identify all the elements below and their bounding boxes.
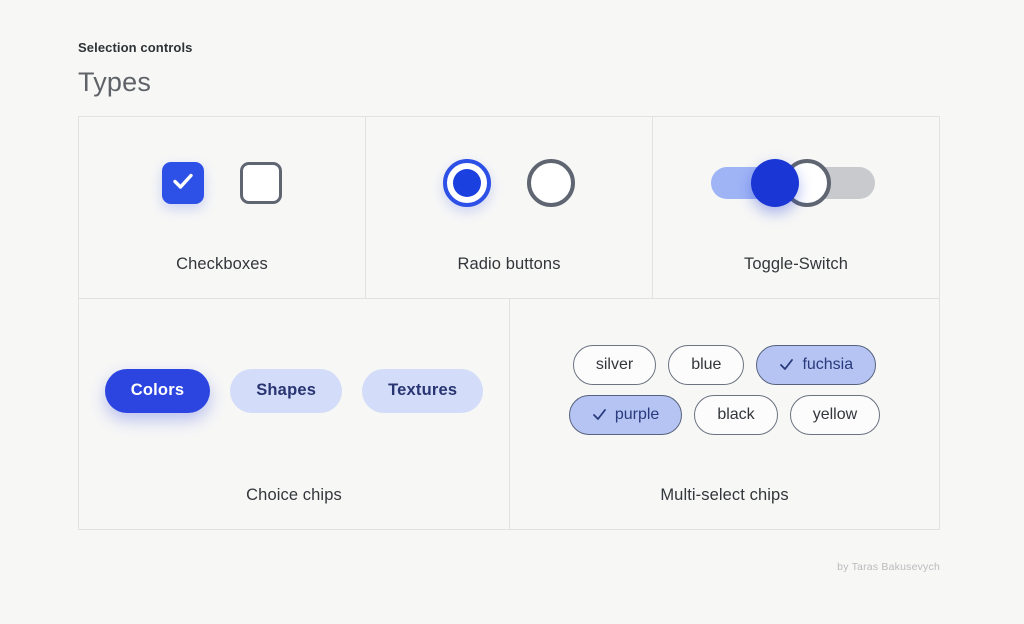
multi-chip-label: silver xyxy=(595,355,634,373)
multi-chip-black[interactable]: black xyxy=(694,394,778,435)
card-toggle-switch: Toggle-Switch xyxy=(653,116,940,298)
choice-chip-label: Colors xyxy=(130,381,185,399)
controls-grid: Checkboxes Radio buttons Toggle-Switch C… xyxy=(78,116,940,530)
choice-chip-label: Textures xyxy=(388,381,458,399)
checkbox-checked[interactable] xyxy=(162,162,204,204)
card-label-multi-select-chips: Multi-select chips xyxy=(660,486,789,504)
multi-chip-row: silver blue fuchsia xyxy=(572,344,877,385)
toggle-knob-on xyxy=(751,159,799,207)
multi-chip-label: fuchsia xyxy=(802,355,854,373)
multi-chip-purple[interactable]: purple xyxy=(568,394,683,435)
multi-chip-label: purple xyxy=(614,405,660,423)
card-label-radio-buttons: Radio buttons xyxy=(457,255,561,273)
choice-chip-shapes[interactable]: Shapes xyxy=(230,368,343,413)
checkmark-icon xyxy=(592,407,607,422)
eyebrow-label: Selection controls xyxy=(78,40,193,55)
radio-unselected[interactable] xyxy=(527,159,575,207)
toggle-switch-on[interactable] xyxy=(711,159,799,207)
multi-chip-row: purple black yellow xyxy=(568,394,881,435)
checkmark-icon xyxy=(170,168,196,199)
toggle-switch-off[interactable] xyxy=(783,159,875,207)
choice-chip-textures[interactable]: Textures xyxy=(362,368,484,413)
multi-chip-blue[interactable]: blue xyxy=(668,344,745,385)
multi-chip-silver[interactable]: silver xyxy=(572,344,657,385)
checkbox-demo-area xyxy=(79,117,365,255)
choice-chips-demo-area: Colors Shapes Textures xyxy=(79,299,509,486)
footer-credit: by Taras Bakusevych xyxy=(837,561,940,573)
grid-row-top: Checkboxes Radio buttons Toggle-Switch xyxy=(78,116,940,298)
radio-group xyxy=(443,159,575,207)
checkbox-group xyxy=(162,162,282,204)
page-header: Selection controls Types xyxy=(78,40,193,98)
card-choice-chips: Colors Shapes Textures Choice chips xyxy=(78,298,510,530)
checkbox-unchecked[interactable] xyxy=(240,162,282,204)
multi-chip-yellow[interactable]: yellow xyxy=(789,394,881,435)
multi-chip-group: silver blue fuchsia purple black yellow xyxy=(568,344,881,435)
multi-chip-fuchsia[interactable]: fuchsia xyxy=(756,344,877,385)
radio-dot-icon xyxy=(453,169,481,197)
card-radio-buttons: Radio buttons xyxy=(366,116,653,298)
toggle-group xyxy=(711,159,881,207)
page-title: Types xyxy=(78,67,152,97)
multi-chips-demo-area: silver blue fuchsia purple black yellow xyxy=(510,299,939,486)
multi-chip-label: black xyxy=(717,405,755,423)
multi-chip-label: blue xyxy=(691,355,722,373)
card-checkboxes: Checkboxes xyxy=(78,116,366,298)
choice-chip-group: Colors Shapes Textures xyxy=(104,368,484,413)
toggle-demo-area xyxy=(653,117,939,255)
radio-selected[interactable] xyxy=(443,159,491,207)
grid-row-bottom: Colors Shapes Textures Choice chips silv… xyxy=(78,298,940,530)
choice-chip-label: Shapes xyxy=(256,381,317,399)
multi-chip-label: yellow xyxy=(812,405,858,423)
card-label-toggle-switch: Toggle-Switch xyxy=(743,255,848,273)
card-label-choice-chips: Choice chips xyxy=(246,486,342,504)
choice-chip-colors[interactable]: Colors xyxy=(104,368,211,413)
checkmark-icon xyxy=(779,357,794,372)
radio-demo-area xyxy=(366,117,652,255)
card-multi-select-chips: silver blue fuchsia purple black yellow … xyxy=(510,298,940,530)
card-label-checkboxes: Checkboxes xyxy=(176,255,268,273)
